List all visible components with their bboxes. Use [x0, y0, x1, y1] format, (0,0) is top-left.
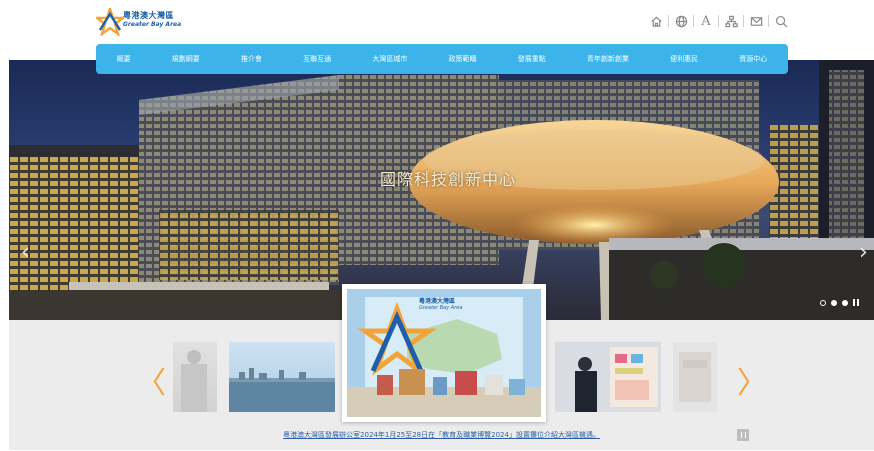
- home-icon[interactable]: [649, 14, 663, 28]
- thumb-2-image: [229, 368, 335, 412]
- hero-pagination: [820, 299, 859, 306]
- nav-item-convenience[interactable]: 便利惠民: [670, 54, 698, 64]
- pause-icon: [740, 432, 746, 438]
- nav-item-youth[interactable]: 青年創新創業: [587, 54, 629, 64]
- search-icon[interactable]: [774, 14, 788, 28]
- logo-text: 粵港澳大灣區 Greater Bay Area: [123, 12, 181, 28]
- carousel-pause-button[interactable]: [737, 429, 749, 441]
- nav-item-cities[interactable]: 大灣區城市: [372, 54, 407, 64]
- gba-star-logo-icon: [93, 5, 127, 38]
- tool-divider: [743, 15, 744, 27]
- carousel-prev-button[interactable]: 〈: [136, 358, 166, 402]
- nav-item-resources[interactable]: 資源中心: [739, 54, 767, 64]
- nav-item-overview[interactable]: 概要: [117, 54, 131, 64]
- nav-item-outline-plan[interactable]: 規劃綱要: [172, 54, 200, 64]
- tool-divider: [768, 15, 769, 27]
- font-size-label: A: [701, 13, 711, 29]
- thumb-4-image: [575, 347, 658, 412]
- hero-pause-icon[interactable]: [853, 299, 859, 306]
- logo-chinese-name: 粵港澳大灣區: [123, 11, 174, 20]
- nav-item-key-areas[interactable]: 發展重點: [518, 54, 546, 64]
- nav-item-connectivity[interactable]: 互聯互通: [303, 54, 331, 64]
- carousel-featured-slide[interactable]: 粵港澳大灣區 Greater Bay Area: [342, 284, 546, 422]
- tool-divider: [668, 15, 669, 27]
- carousel-thumb-2[interactable]: [229, 342, 335, 412]
- page: 粵港澳大灣區 Greater Bay Area A 概要 規劃綱要 推介會 互聯…: [0, 0, 874, 451]
- header-tools: A: [649, 14, 788, 28]
- nav-item-policy[interactable]: 政策範疇: [449, 54, 477, 64]
- nav-item-promotion[interactable]: 推介會: [241, 54, 262, 64]
- hero-dot-2[interactable]: [831, 299, 837, 306]
- carousel-thumb-4[interactable]: [555, 342, 661, 412]
- mail-icon[interactable]: [749, 14, 763, 28]
- font-size-icon[interactable]: A: [699, 14, 713, 28]
- featured-logo: 粵港澳大灣區 Greater Bay Area: [419, 299, 462, 311]
- news-carousel: 〈 粵港澳大灣區 Greater Bay Area 〉 粵港澳大灣區發展辦公室2…: [9, 284, 874, 450]
- hero-next-button[interactable]: ›: [859, 240, 868, 265]
- featured-image: 粵港澳大灣區 Greater Bay Area: [347, 289, 541, 417]
- tool-divider: [718, 15, 719, 27]
- hero-image: [9, 60, 874, 320]
- main-nav: 概要 規劃綱要 推介會 互聯互通 大灣區城市 政策範疇 發展重點 青年創新創業 …: [96, 44, 788, 74]
- carousel-thumb-1[interactable]: [173, 342, 217, 412]
- featured-logo-en: Greater Bay Area: [419, 305, 463, 311]
- hero-dot-3[interactable]: [842, 299, 848, 306]
- thumb-1-image: [181, 350, 207, 412]
- hero-dot-1[interactable]: [820, 299, 826, 306]
- logo-english-name: Greater Bay Area: [123, 21, 182, 28]
- tool-divider: [693, 15, 694, 27]
- hero-prev-button[interactable]: ‹: [21, 240, 30, 265]
- carousel-next-button[interactable]: 〉: [737, 358, 767, 402]
- carousel-thumb-5[interactable]: [673, 342, 717, 412]
- thumb-5-image: [679, 352, 711, 402]
- sitemap-icon[interactable]: [724, 14, 738, 28]
- site-header: 粵港澳大灣區 Greater Bay Area A: [0, 0, 874, 44]
- hero-title: 國際科技創新中心: [380, 170, 517, 189]
- globe-icon[interactable]: [674, 14, 688, 28]
- site-logo[interactable]: 粵港澳大灣區 Greater Bay Area: [93, 5, 206, 38]
- hero-banner[interactable]: 國際科技創新中心 ‹ ›: [9, 60, 874, 320]
